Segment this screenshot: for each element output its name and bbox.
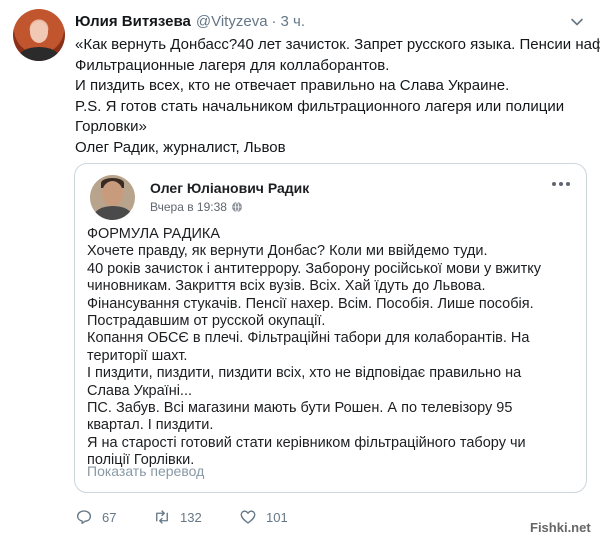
tweet-time[interactable]: 3 ч.	[281, 13, 306, 30]
avatar-face	[30, 21, 48, 43]
retweet-count: 132	[180, 509, 202, 525]
tweet-actions: 67 132 101	[75, 506, 319, 528]
show-translation-link[interactable]: Показать перевод	[87, 463, 204, 479]
heart-icon	[240, 510, 256, 524]
post-author-name[interactable]: Олег Юліанович Радик	[150, 180, 309, 196]
post-meta: Вчера в 19:38	[150, 200, 243, 214]
post-timestamp[interactable]: Вчера в 19:38	[150, 200, 227, 214]
avatar-shoulders	[19, 47, 59, 61]
post-line: чиновникам. Закриття всіх вузів. Всіх. Х…	[87, 278, 486, 295]
post-line: квартал. І пиздити.	[87, 417, 214, 434]
watermark: Fishki.net	[530, 520, 591, 535]
post-line: Я на старості готовий стати керівником ф…	[87, 434, 526, 451]
post-line: Пострадавшим от русской окупації.	[87, 313, 326, 330]
retweet-icon	[156, 510, 168, 524]
author-avatar[interactable]	[13, 9, 65, 61]
post-line: Фінансування стукачів. Пенсії нахер. Всі…	[87, 295, 534, 312]
tweet-line: Олег Радик, журналист, Львов	[75, 138, 286, 156]
post-line: Хочете правду, як вернути Донбас? Коли м…	[87, 243, 488, 260]
author-name[interactable]: Юлия Витязева	[75, 13, 191, 30]
avatar-body	[94, 206, 132, 220]
reply-count: 67	[102, 509, 117, 525]
post-line: 40 років зачисток і антитеррору. Заборон…	[87, 260, 541, 277]
post-line: Копання ОБСЄ в плечі. Фільтраційні табор…	[87, 330, 530, 347]
avatar-head	[102, 181, 123, 206]
tweet-line: Горловки»	[75, 118, 147, 135]
more-dot	[559, 182, 563, 186]
reply-icon	[76, 510, 92, 525]
reply-button[interactable]: 67	[75, 508, 153, 526]
tweet-header: Юлия Витязева @Vityzeva · 3 ч.	[75, 10, 305, 32]
tweet: Юлия Витязева @Vityzeva · 3 ч. «Как верн…	[0, 0, 600, 538]
post-line: Слава Україні...	[87, 382, 193, 399]
tweet-line: «Как вернуть Донбасс?40 лет зачисток. За…	[75, 36, 600, 53]
post-line: ФОРМУЛА РАДИКА	[87, 226, 221, 242]
post-author-avatar[interactable]	[90, 175, 135, 220]
embedded-post-card[interactable]: Олег Юліанович Радик Вчера в 19:38 ФОРМУ…	[74, 163, 587, 493]
tweet-text: «Как вернуть Донбасс?40 лет зачисток. За…	[75, 35, 600, 158]
retweet-button[interactable]: 132	[153, 508, 239, 526]
post-line: території шахт.	[87, 347, 188, 364]
post-line: ПС. Забув. Всі магазини мають бути Рошен…	[87, 400, 513, 417]
tweet-line: P.S. Я готов стать начальником фильтраци…	[75, 97, 565, 115]
more-options-icon[interactable]	[552, 182, 570, 186]
separator-dot: ·	[271, 12, 277, 30]
more-dot	[566, 182, 570, 186]
chevron-down-icon[interactable]	[569, 14, 585, 30]
like-button[interactable]: 101	[239, 508, 319, 526]
post-line: І пиздити, пиздити, пиздити всіх, хто не…	[87, 365, 522, 382]
post-text: ФОРМУЛА РАДИКА Хочете правду, як вернути…	[87, 226, 579, 470]
like-count: 101	[266, 509, 288, 525]
tweet-line: И пиздить всех, кто не отвечает правильн…	[75, 77, 510, 94]
more-dot	[552, 182, 556, 186]
author-handle[interactable]: @Vityzeva	[196, 13, 268, 30]
tweet-line: Фильтрационные лагеря для коллаборантов.	[75, 56, 390, 74]
globe-icon	[231, 201, 242, 213]
